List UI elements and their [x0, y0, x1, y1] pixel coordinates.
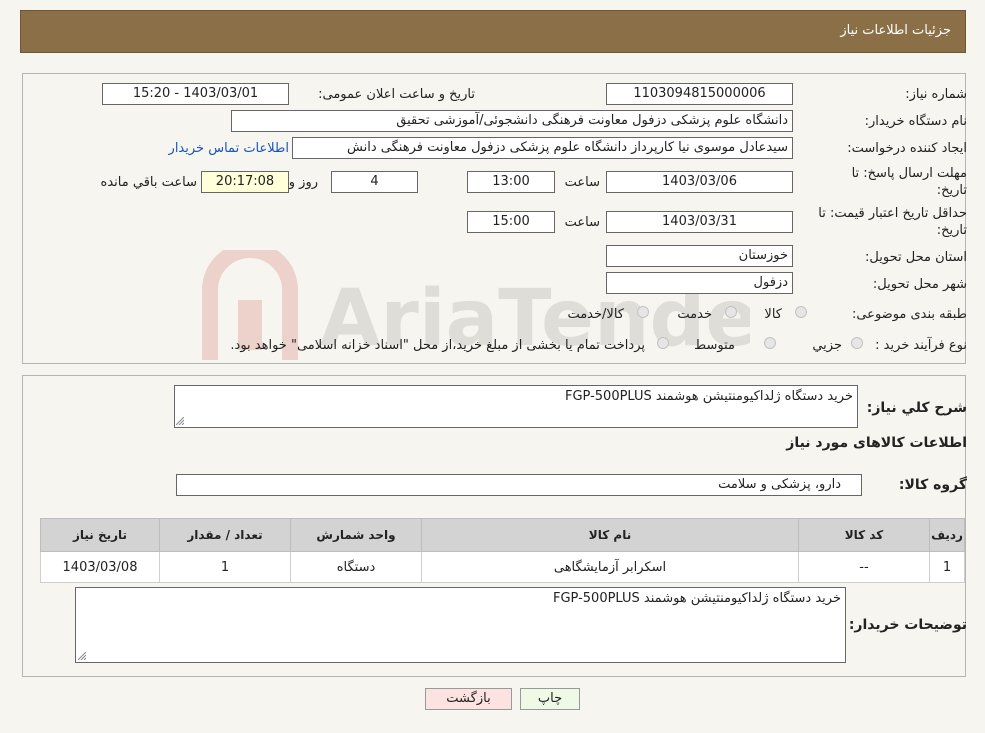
process-option-minor: جزیي [812, 338, 842, 353]
category-option-service: خدمت [677, 307, 712, 322]
table-row: 1 -- اسکرابر آزمایشگاهی دستگاه 1 1403/03… [40, 551, 965, 583]
announce-label: تاریخ و ساعت اعلان عمومی: [318, 87, 475, 102]
summary-field: خرید دستگاه ژلداکیومنتیشن هوشمند FGP-500… [174, 385, 858, 428]
summary-label: شرح كلي نياز: [866, 400, 967, 416]
process-label: نوع فرآیند خرید : [875, 338, 967, 353]
col-code: کد کالا [798, 518, 930, 552]
province-field: خوزستان [606, 245, 793, 267]
group-label: گروه کالا: [898, 477, 967, 493]
creator-field: سیدعادل موسوی نیا کارپرداز دانشگاه علوم … [292, 137, 793, 159]
category-label: طبقه بندی موضوعی: [851, 307, 967, 322]
category-radio-both[interactable] [637, 306, 649, 318]
process-radio-treasury[interactable] [657, 337, 669, 349]
items-table: ردیف کد کالا نام کالا واحد شمارش تعداد /… [40, 518, 965, 583]
deadline-time-field: 13:00 [467, 171, 555, 193]
validity-label-2: تاریخ: [936, 223, 967, 238]
announce-field: 1403/03/01 - 15:20 [102, 83, 289, 105]
process-radio-medium[interactable] [764, 337, 776, 349]
remaining-label: ساعت باقي مانده [100, 175, 197, 190]
validity-label: حداقل تاریخ اعتبار قیمت: تا [818, 206, 967, 221]
deadline-time-label: ساعت [564, 175, 600, 190]
days-field: 4 [331, 171, 418, 193]
resize-grip-icon[interactable] [176, 417, 184, 425]
table-header-row: ردیف کد کالا نام کالا واحد شمارش تعداد /… [40, 518, 965, 552]
buyer-notes-field: خرید دستگاه ژلداکیومنتیشن هوشمند FGP-500… [75, 587, 846, 663]
province-label: استان محل تحویل: [865, 250, 967, 265]
category-radio-service[interactable] [725, 306, 737, 318]
cell-code: -- [798, 551, 930, 583]
city-label: شهر محل تحویل: [872, 277, 967, 292]
cell-qty: 1 [159, 551, 291, 583]
group-field: دارو، پزشکی و سلامت [176, 474, 862, 496]
back-button[interactable]: بازگشت [425, 688, 512, 710]
cell-name: اسکرابر آزمایشگاهی [421, 551, 799, 583]
category-option-goods: کالا [764, 307, 782, 322]
process-radio-minor[interactable] [851, 337, 863, 349]
col-date: تاریخ نیاز [40, 518, 160, 552]
page-header: جزئیات اطلاعات نیاز [20, 10, 966, 53]
need-number-field: 1103094815000006 [606, 83, 793, 105]
category-option-both: کالا/خدمت [567, 307, 624, 322]
cell-row: 1 [929, 551, 965, 583]
days-label: روز و [288, 175, 318, 190]
page-title: جزئیات اطلاعات نیاز [840, 23, 951, 38]
buyer-notes-label: توضیحات خریدار: [848, 617, 967, 633]
validity-time-label: ساعت [564, 215, 600, 230]
process-option-medium: متوسط [694, 338, 735, 353]
deadline-date-field: 1403/03/06 [606, 171, 793, 193]
col-unit: واحد شمارش [290, 518, 422, 552]
city-field: دزفول [606, 272, 793, 294]
buyer-label: نام دستگاه خریدار: [864, 114, 967, 129]
validity-date-field: 1403/03/31 [606, 211, 793, 233]
cell-unit: دستگاه [290, 551, 422, 583]
col-row: ردیف [929, 518, 965, 552]
print-button[interactable]: چاپ [520, 688, 580, 710]
buyer-field: دانشگاه علوم پزشکی دزفول معاونت فرهنگی د… [231, 110, 793, 132]
col-qty: تعداد / مقدار [159, 518, 291, 552]
remaining-time-field: 20:17:08 [201, 171, 289, 193]
contact-buyer-link[interactable]: اطلاعات تماس خریدار [169, 141, 289, 156]
cell-date: 1403/03/08 [40, 551, 160, 583]
resize-grip-icon[interactable] [78, 652, 86, 660]
col-name: نام کالا [421, 518, 799, 552]
buyer-notes-text: خرید دستگاه ژلداکیومنتیشن هوشمند FGP-500… [552, 591, 841, 606]
need-number-label: شماره نیاز: [905, 87, 967, 102]
category-radio-goods[interactable] [795, 306, 807, 318]
items-title: اطلاعات کالاهای مورد نیاز [786, 435, 967, 451]
validity-time-field: 15:00 [467, 211, 555, 233]
deadline-label: مهلت ارسال پاسخ: تا [851, 166, 967, 181]
deadline-label-2: تاریخ: [936, 183, 967, 198]
creator-label: ایجاد کننده درخواست: [847, 141, 967, 156]
process-note: پرداخت تمام یا بخشی از مبلغ خرید،از محل … [230, 338, 645, 353]
summary-text: خرید دستگاه ژلداکیومنتیشن هوشمند FGP-500… [564, 389, 853, 404]
